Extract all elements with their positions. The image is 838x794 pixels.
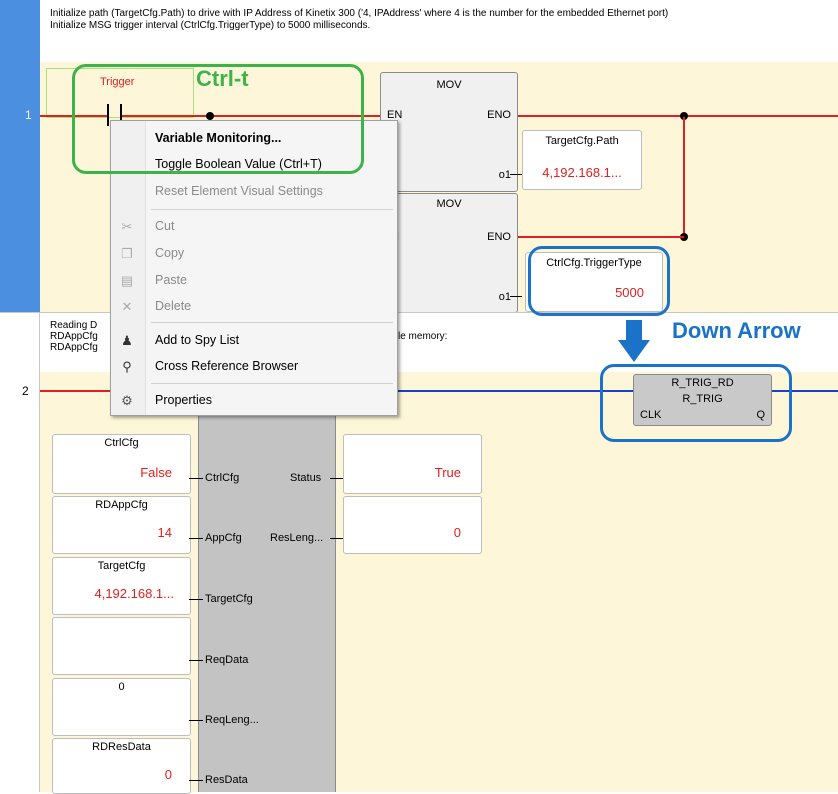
input-var-reqdata[interactable] (52, 617, 191, 675)
menu-item-cross-reference[interactable]: Cross Reference Browser (155, 359, 298, 373)
reqlength-name: 0 (118, 681, 125, 693)
rung1-comment-line2: Initialize MSG trigger interval (CtrlCfg… (50, 20, 371, 31)
pin-stub-status (330, 478, 344, 479)
target-path-value: 4,192.168.1... (542, 165, 622, 180)
rung2-comment-tail: le memory: (398, 331, 448, 342)
mov-block-2[interactable]: MOV N ENO o1 (380, 193, 518, 313)
fb-pin-status: Status (290, 472, 322, 484)
properties-icon: ⚙ (121, 393, 133, 408)
fb-pin-reqdata: ReqData (205, 654, 249, 666)
target-path-variable[interactable]: TargetCfg.Path 4,192.168.1... (522, 130, 642, 190)
menu-item-delete[interactable]: Delete (155, 299, 191, 313)
menu-item-properties[interactable]: Properties (155, 393, 212, 407)
pin-stub-reqlength (189, 720, 203, 721)
pin-stub-resdata (189, 780, 203, 781)
spy-icon: ♟ (121, 333, 133, 348)
rdappcfg-name: RDAppCfg (95, 499, 148, 511)
rung2-gutter[interactable] (0, 312, 40, 792)
input-var-reqlength[interactable]: 0 (52, 678, 191, 736)
targetcfg-name: TargetCfg (97, 560, 146, 572)
menu-item-reset-visual[interactable]: Reset Element Visual Settings (155, 184, 323, 198)
rung2-comment-line2: RDAppCfg (50, 331, 98, 342)
status-value: True (434, 465, 461, 480)
pin-stub-targetcfg (189, 599, 203, 600)
rung2-number: 2 (22, 384, 29, 398)
input-var-targetcfg[interactable]: TargetCfg 4,192.168.1... (52, 557, 191, 615)
menu-separator-3 (151, 383, 393, 384)
mov2-o1-pin: o1 (498, 291, 511, 303)
ctrlcfg-value: False (140, 465, 172, 480)
rdresdata-name: RDResData (92, 741, 151, 753)
scissors-icon: ✂ (121, 219, 133, 234)
rung1-right-wire (516, 115, 838, 117)
fb-pin-reslength: ResLeng... (270, 532, 324, 544)
rung1-branch-vertical (683, 117, 685, 237)
reslength-value: 0 (453, 525, 461, 540)
rung1-gutter[interactable] (0, 0, 40, 312)
read-function-block[interactable] (198, 380, 336, 792)
fb-pin-ctrlcfg: CtrlCfg (205, 472, 240, 484)
rung2-comment-line3: RDAppCfg (50, 342, 98, 353)
search-icon: ⚲ (122, 359, 132, 374)
mov-block-1[interactable]: MOV EN ENO o1 (380, 72, 518, 192)
rdresdata-value: 0 (164, 767, 172, 782)
input-var-rdresdata[interactable]: RDResData 0 (52, 738, 191, 794)
input-var-ctrlcfg[interactable]: CtrlCfg False (52, 434, 191, 494)
rung1-number: 1 (25, 108, 32, 122)
mov2-title: MOV (436, 198, 462, 210)
menu-separator-1 (151, 209, 393, 210)
output-var-reslength[interactable]: 0 (343, 496, 482, 554)
mov2-eno-pin: ENO (487, 231, 511, 243)
target-path-name: TargetCfg.Path (545, 135, 619, 147)
ctrlcfg-name: CtrlCfg (104, 437, 139, 449)
rung1-comment-line1: Initialize path (TargetCfg.Path) to driv… (50, 8, 669, 19)
mov2-o1-stub (510, 296, 522, 297)
trigger-type-annotation-box (528, 246, 670, 316)
mov1-title: MOV (436, 79, 462, 91)
rung1-eno2-wire (516, 236, 684, 238)
output-var-status[interactable]: True (343, 434, 482, 494)
pin-stub-reqdata (189, 660, 203, 661)
mov1-o1-pin: o1 (498, 169, 511, 181)
menu-item-paste[interactable]: Paste (155, 273, 187, 287)
rdappcfg-value: 14 (157, 525, 172, 540)
delete-icon: ✕ (121, 299, 133, 314)
copy-icon: ❐ (121, 246, 133, 261)
pin-stub-reslength (330, 538, 344, 539)
input-var-rdappcfg[interactable]: RDAppCfg 14 (52, 496, 191, 554)
pin-stub-ctrlcfg (189, 478, 203, 479)
fb-pin-reqlength: ReqLeng... (205, 714, 259, 726)
r-trig-annotation-box (600, 364, 792, 442)
fb-pin-resdata: ResData (205, 774, 248, 786)
menu-item-cut[interactable]: Cut (155, 219, 174, 233)
rung2-comment-line1: Reading D (50, 320, 98, 331)
ctrl-t-annotation-text: Ctrl-t (196, 66, 249, 91)
menu-item-copy[interactable]: Copy (155, 246, 184, 260)
menu-item-add-to-spy-list[interactable]: Add to Spy List (155, 333, 239, 347)
fb-pin-appcfg: AppCfg (205, 532, 242, 544)
down-arrow-annotation-text: Down Arrow (672, 318, 801, 343)
pin-stub-appcfg (189, 538, 203, 539)
mov1-eno-pin: ENO (487, 109, 511, 121)
mov1-o1-stub (510, 174, 522, 175)
menu-separator-2 (151, 322, 393, 323)
fb-pin-targetcfg: TargetCfg (205, 593, 253, 605)
targetcfg-value: 4,192.168.1... (94, 586, 174, 601)
paste-icon: ▤ (120, 273, 134, 288)
down-arrow-icon (616, 320, 652, 364)
